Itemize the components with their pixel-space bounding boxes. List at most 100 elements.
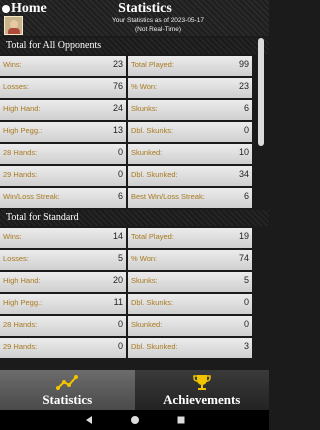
stat-value: 19 <box>238 231 249 241</box>
stat-value: 23 <box>238 81 249 91</box>
stat-value: 74 <box>238 253 249 263</box>
stat-label: Best Win/Loss Streak: <box>131 192 205 201</box>
stat-cell: High Pegg.: 11 <box>0 294 126 314</box>
trophy-icon <box>193 375 211 390</box>
stat-value: 5 <box>243 275 249 285</box>
stat-value: 11 <box>113 297 123 307</box>
recents-icon[interactable] <box>176 415 186 425</box>
stat-cell: Dbl. Skunks: 0 <box>128 294 252 314</box>
stat-cell: High Hand: 20 <box>0 272 126 292</box>
stat-value: 6 <box>117 191 123 201</box>
scrollbar-thumb[interactable] <box>258 38 264 146</box>
stat-value: 10 <box>238 147 249 157</box>
home-button[interactable]: Home <box>2 1 47 16</box>
tab-statistics-label: Statistics <box>42 392 93 407</box>
header-bar: Home Statistics Your Statistics as of 20… <box>0 0 269 36</box>
page-title: Statistics <box>118 1 172 16</box>
stats-row: High Hand: 24 Skunks: 6 <box>0 100 269 120</box>
stat-value: 3 <box>243 341 249 351</box>
tab-achievements-label: Achievements <box>163 392 241 407</box>
stat-label: % Won: <box>131 254 158 263</box>
stat-cell: 28 Hands: 0 <box>0 144 126 164</box>
home-dot-icon <box>2 4 10 13</box>
stat-value: 0 <box>243 297 249 307</box>
stat-label: Dbl. Skunks: <box>131 126 174 135</box>
stat-value: 0 <box>243 125 249 135</box>
stat-cell: Losses: 76 <box>0 78 126 98</box>
section-title-standard: Total for Standard <box>0 210 269 226</box>
stat-cell: Dbl. Skunked: 3 <box>128 338 252 358</box>
stat-value: 0 <box>117 319 123 329</box>
home-circle-icon[interactable] <box>130 415 140 425</box>
stat-value: 0 <box>117 341 123 351</box>
stat-value: 0 <box>117 147 123 157</box>
avatar-body <box>8 28 20 34</box>
stats-row: 29 Hands: 0 Dbl. Skunked: 3 <box>0 338 269 358</box>
stats-row: 29 Hands: 0 Dbl. Skunked: 34 <box>0 166 269 186</box>
bottom-tab-bar: Statistics Achievements <box>0 370 269 410</box>
stat-label: Losses: <box>3 254 29 263</box>
section-title-all-opponents: Total for All Opponents <box>0 38 269 54</box>
stats-row: 28 Hands: 0 Skunked: 0 <box>0 316 269 336</box>
tab-statistics[interactable]: Statistics <box>0 370 135 410</box>
stats-row: High Pegg.: 11 Dbl. Skunks: 0 <box>0 294 269 314</box>
stat-cell: Total Played: 19 <box>128 228 252 248</box>
stats-scroll-area[interactable]: Total for All Opponents Wins: 23 Total Pl… <box>0 38 269 368</box>
stat-label: 29 Hands: <box>3 170 38 179</box>
stat-cell: Losses: 5 <box>0 250 126 270</box>
stat-label: Total Played: <box>131 60 174 69</box>
stat-cell: Dbl. Skunks: 0 <box>128 122 252 142</box>
stats-row: High Pegg.: 13 Dbl. Skunks: 0 <box>0 122 269 142</box>
avatar[interactable] <box>4 16 23 35</box>
stat-label: Skunked: <box>131 148 163 157</box>
tab-achievements[interactable]: Achievements <box>134 370 269 410</box>
stat-label: Skunks: <box>131 104 158 113</box>
stat-label: Skunked: <box>131 320 163 329</box>
stat-label: 28 Hands: <box>3 148 38 157</box>
subtitle-line-1: Your Statistics as of 2023-05-17 <box>112 17 204 24</box>
stat-cell: Skunked: 0 <box>128 316 252 336</box>
stat-cell: Skunks: 6 <box>128 100 252 120</box>
stat-cell: 29 Hands: 0 <box>0 338 126 358</box>
stat-value: 13 <box>112 125 123 135</box>
stat-label: 28 Hands: <box>3 320 38 329</box>
stat-label: Dbl. Skunked: <box>131 342 178 351</box>
stat-cell: % Won: 74 <box>128 250 252 270</box>
stat-value: 0 <box>243 319 249 329</box>
stat-value: 6 <box>243 191 249 201</box>
stats-row: Wins: 14 Total Played: 19 <box>0 228 269 248</box>
stats-date-subtitle: Your Statistics as of 2023-05-17 (Not Re… <box>78 16 238 34</box>
system-nav-bar <box>0 410 269 430</box>
stat-cell: Dbl. Skunked: 34 <box>128 166 252 186</box>
stat-cell: % Won: 23 <box>128 78 252 98</box>
stat-label: % Won: <box>131 82 158 91</box>
stat-value: 14 <box>112 231 123 241</box>
stat-label: Wins: <box>3 232 22 241</box>
line-chart-icon <box>56 375 79 390</box>
stat-value: 23 <box>112 59 123 69</box>
stat-cell: High Pegg.: 13 <box>0 122 126 142</box>
stat-label: Dbl. Skunks: <box>131 298 174 307</box>
stat-value: 6 <box>243 103 249 113</box>
stat-value: 99 <box>238 59 249 69</box>
stat-label: High Pegg.: <box>3 298 43 307</box>
stat-value: 24 <box>112 103 123 113</box>
stat-value: 20 <box>112 275 123 285</box>
stat-cell: 28 Hands: 0 <box>0 316 126 336</box>
subtitle-line-2: (Not Real-Time) <box>135 26 181 33</box>
home-label: Home <box>11 0 47 16</box>
stats-row: Losses: 5 % Won: 74 <box>0 250 269 270</box>
stat-label: Win/Loss Streak: <box>3 192 60 201</box>
stat-value: 0 <box>117 169 123 179</box>
stat-value: 34 <box>238 169 249 179</box>
stats-row: Wins: 23 Total Played: 99 <box>0 56 269 76</box>
stat-value: 5 <box>117 253 123 263</box>
back-icon[interactable] <box>84 415 94 425</box>
stat-label: Wins: <box>3 60 22 69</box>
stat-cell: Wins: 23 <box>0 56 126 76</box>
stat-cell: Win/Loss Streak: 6 <box>0 188 126 208</box>
stats-row: Win/Loss Streak: 6 Best Win/Loss Streak: 6 <box>0 188 269 208</box>
stat-cell: Best Win/Loss Streak: 6 <box>128 188 252 208</box>
stat-label: Dbl. Skunked: <box>131 170 178 179</box>
stat-label: High Pegg.: <box>3 126 43 135</box>
